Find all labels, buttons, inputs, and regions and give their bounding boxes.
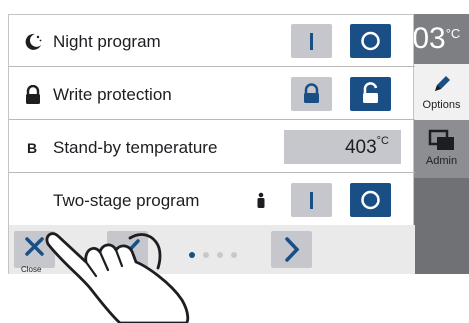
close-label: Close: [21, 265, 42, 274]
row-night-program: Night program: [9, 15, 415, 67]
off-icon: [361, 190, 380, 210]
page-dot: [217, 252, 223, 258]
night-program-on-button[interactable]: [291, 24, 332, 58]
standby-letter-icon: B: [27, 140, 38, 156]
confirm-button[interactable]: [107, 231, 148, 268]
tab-options-label: Options: [422, 99, 461, 111]
tab-admin[interactable]: Admin: [414, 120, 469, 178]
lock-closed-icon: [304, 83, 319, 103]
oven-control-screen: .03°C Options Admin Night program Write …: [0, 0, 469, 323]
standby-temperature-unit: °C: [376, 135, 389, 147]
night-program-label: Night program: [53, 32, 161, 51]
page-indicator: [189, 245, 245, 263]
page-dot-active: [189, 252, 195, 258]
lock-open-icon: [363, 82, 378, 103]
on-icon: [310, 33, 313, 50]
write-protection-unlock-button[interactable]: [350, 77, 391, 111]
check-icon: [115, 239, 140, 259]
lock-icon: [26, 85, 40, 104]
standby-temperature-value: 403: [344, 137, 377, 158]
write-protection-label: Write protection: [53, 85, 172, 104]
row-standby-temperature: B Stand-by temperature 403°C: [9, 121, 415, 173]
page-dot: [231, 252, 237, 258]
row-write-protection: Write protection: [9, 68, 415, 120]
tab-options[interactable]: Options: [414, 64, 469, 120]
next-page-button[interactable]: [271, 231, 312, 268]
options-dialog: Night program Write protection B Stand-b…: [8, 14, 415, 274]
dialog-footer: Close: [9, 225, 415, 274]
chevron-right-icon: [285, 237, 300, 262]
windows-icon: [428, 129, 454, 150]
main-temperature-unit: °C: [445, 26, 461, 41]
tab-admin-label: Admin: [425, 155, 458, 167]
on-icon: [310, 192, 313, 209]
person-icon: [257, 192, 265, 208]
two-stage-program-label: Two-stage program: [53, 191, 200, 210]
two-stage-off-button[interactable]: [350, 183, 391, 217]
side-panel-lower: [414, 178, 469, 274]
standby-temperature-label: Stand-by temperature: [53, 138, 218, 157]
two-stage-on-button[interactable]: [291, 183, 332, 217]
off-icon: [361, 31, 380, 51]
write-protection-lock-button[interactable]: [291, 77, 332, 111]
row-two-stage-program: Two-stage program: [9, 174, 415, 226]
moon-icon: [25, 33, 42, 50]
close-button[interactable]: Close: [14, 231, 55, 274]
close-icon: [25, 237, 44, 256]
page-dot: [203, 252, 209, 258]
pen-icon: [434, 76, 450, 91]
standby-temperature-input[interactable]: 403°C: [284, 130, 401, 164]
night-program-off-button[interactable]: [350, 24, 391, 58]
